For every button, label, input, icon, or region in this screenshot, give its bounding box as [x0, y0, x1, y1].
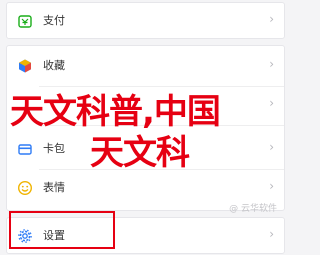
wallet-icon [18, 15, 32, 28]
cube-icon [19, 59, 31, 73]
card-icon [18, 144, 32, 155]
menu-item-album[interactable]: › [7, 87, 284, 124]
features-card: 收藏 › › 卡包 › 表情 › [6, 45, 285, 211]
menu-item-pay-label: 支付 [43, 14, 65, 27]
chevron-right-icon: › [269, 12, 274, 26]
pay-card: 支付 › [6, 2, 285, 39]
menu-item-cards[interactable]: 卡包 › [7, 131, 284, 168]
menu-item-cards-label: 卡包 [43, 142, 65, 155]
chevron-right-icon: › [269, 140, 274, 154]
watermark: @ 云华软件 [229, 204, 277, 214]
chevron-right-icon: › [269, 227, 274, 241]
menu-item-pay[interactable]: 支付 › [7, 3, 284, 40]
divider [39, 125, 284, 126]
menu-item-emoji-label: 表情 [43, 181, 65, 194]
chevron-right-icon: › [269, 179, 274, 193]
chevron-right-icon: › [269, 57, 274, 71]
chevron-right-icon: › [269, 96, 274, 110]
settings-highlight-box [9, 211, 115, 249]
menu-item-favorites[interactable]: 收藏 › [7, 48, 284, 85]
smiley-icon [17, 180, 33, 196]
menu-item-favorites-label: 收藏 [43, 59, 65, 72]
